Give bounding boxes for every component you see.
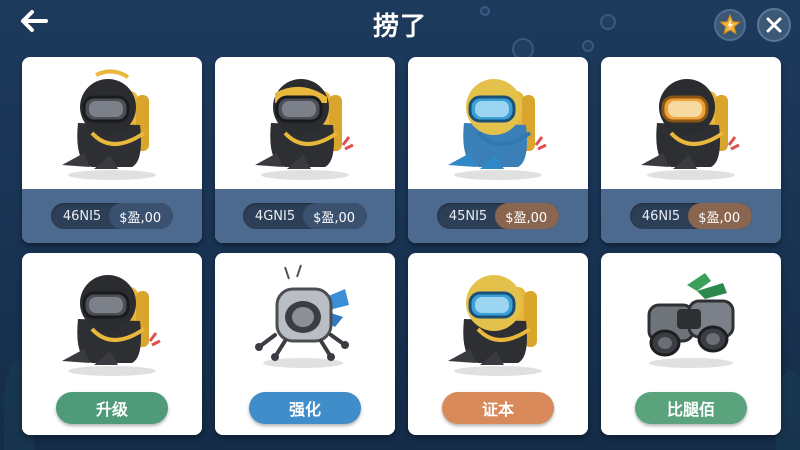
item-price: $盈,00 [109, 203, 174, 229]
item-price: $盈,00 [495, 203, 560, 229]
diving-gear-image [408, 253, 588, 385]
item-price: $盈,00 [688, 203, 753, 229]
upgrade-button[interactable]: 升级 [56, 392, 168, 424]
card-footer: 46NI5 $盈,00 [22, 189, 202, 243]
diving-gear-image [601, 57, 781, 189]
close-button[interactable] [757, 8, 791, 42]
item-code: 4GNI5 [254, 208, 296, 224]
diving-gear-image [22, 253, 202, 385]
gear-card[interactable]: 证本 [408, 253, 588, 435]
certify-button[interactable]: 证本 [442, 392, 554, 424]
diving-gear-image [408, 57, 588, 189]
item-code: 45NI5 [448, 208, 488, 224]
diving-gear-image [215, 57, 395, 189]
drone-image [215, 253, 395, 385]
close-icon [766, 17, 782, 33]
enhance-button[interactable]: 强化 [249, 392, 361, 424]
favorites-button[interactable] [714, 9, 746, 41]
binoculars-image [601, 253, 781, 385]
card-footer: 4GNI5 $盈,00 [215, 189, 395, 243]
gear-card[interactable]: 4GNI5 $盈,00 [215, 57, 395, 243]
gear-card[interactable]: 升级 [22, 253, 202, 435]
diving-gear-image [22, 57, 202, 189]
card-footer: 升级 [22, 381, 202, 435]
card-footer: 证本 [408, 381, 588, 435]
gear-card[interactable]: 强化 [215, 253, 395, 435]
compare-button[interactable]: 比腿佰 [635, 392, 747, 424]
top-bar: 捞了 [0, 0, 800, 50]
price-tag: 46NI5 $盈,00 [50, 203, 174, 229]
gear-card[interactable]: 比腿佰 [601, 253, 781, 435]
item-price: $盈,00 [303, 203, 368, 229]
card-footer: 比腿佰 [601, 381, 781, 435]
card-footer: 强化 [215, 381, 395, 435]
price-tag: 4GNI5 $盈,00 [242, 203, 368, 229]
card-footer: 46NI5 $盈,00 [601, 189, 781, 243]
gear-card[interactable]: 46NI5 $盈,00 [22, 57, 202, 243]
star-bolt-icon [719, 14, 741, 35]
price-tag: 45NI5 $盈,00 [436, 203, 560, 229]
gear-card[interactable]: 46NI5 $盈,00 [601, 57, 781, 243]
item-code: 46NI5 [62, 208, 102, 224]
gear-card[interactable]: 45NI5 $盈,00 [408, 57, 588, 243]
page-title: 捞了 [372, 12, 427, 42]
card-footer: 45NI5 $盈,00 [408, 189, 588, 243]
item-code: 46NI5 [641, 208, 681, 224]
price-tag: 46NI5 $盈,00 [629, 203, 753, 229]
